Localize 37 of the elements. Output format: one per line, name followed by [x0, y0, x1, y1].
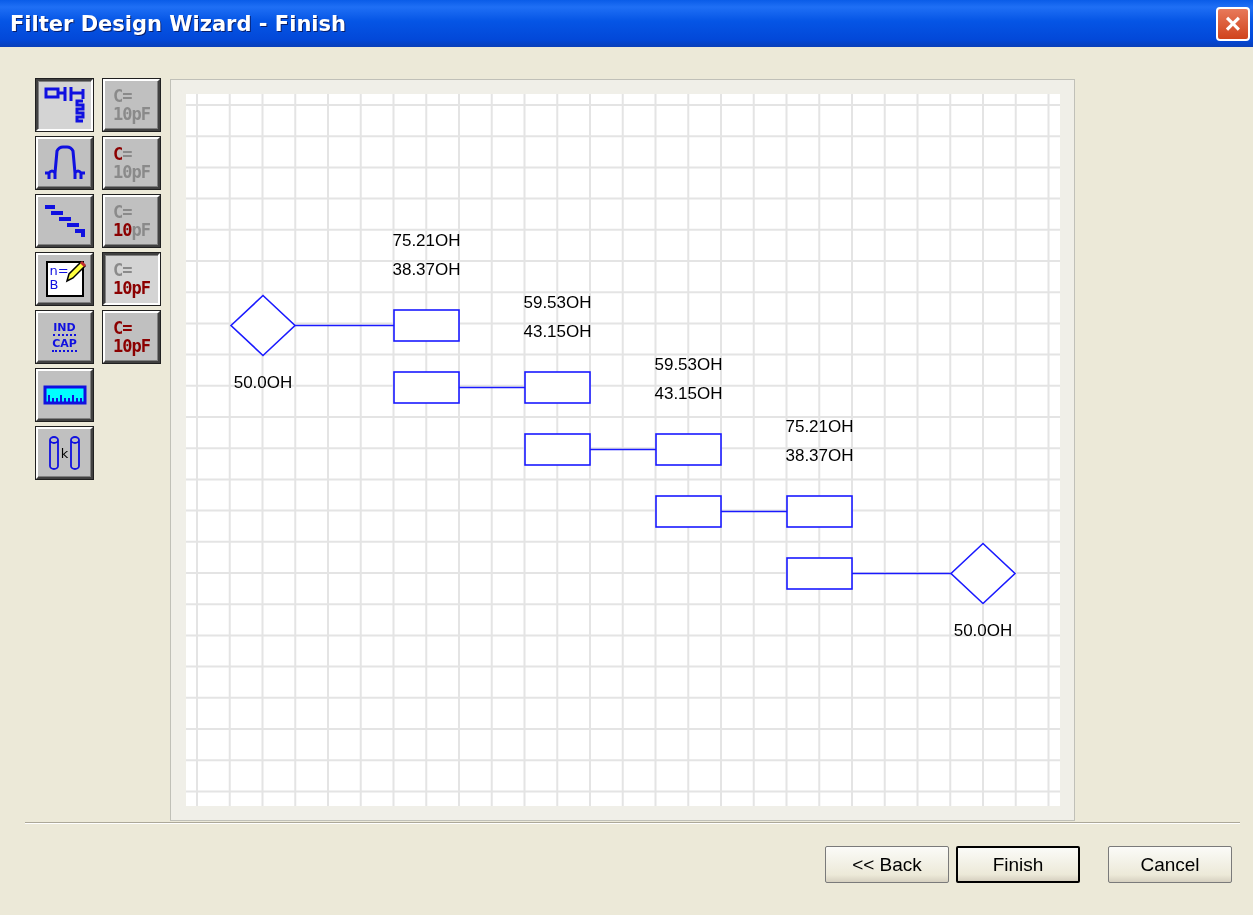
impedance-label: 43.15OH: [654, 384, 723, 403]
port-label: 50.0OH: [233, 372, 293, 392]
impedance-label: 38.37OH: [785, 446, 854, 465]
impedance-label: 59.53OH: [523, 293, 592, 312]
wire: [589, 448, 657, 451]
notes-button[interactable]: n= B: [36, 253, 93, 305]
dialog-button[interactable]: << Back: [825, 846, 949, 883]
cylinder-icon: [47, 435, 60, 471]
dialog-button[interactable]: Finish: [956, 846, 1080, 883]
window-title: Filter Design Wizard - Finish: [10, 11, 346, 36]
line-section: [655, 495, 722, 528]
wire: [720, 510, 788, 513]
line-section: [393, 309, 460, 342]
line-section: [524, 433, 591, 466]
line-section: [786, 557, 853, 590]
line-section: [786, 495, 853, 528]
impedance-label: 38.37OH: [392, 260, 461, 279]
impedance-label: 43.15OH: [523, 322, 592, 341]
wire: [458, 386, 526, 389]
capacitance-button[interactable]: C= 10pF: [103, 311, 160, 363]
coupling-button[interactable]: k: [36, 427, 93, 479]
port-label: 50.0OH: [953, 620, 1013, 640]
close-button[interactable]: ×: [1216, 6, 1250, 41]
line-section: [524, 371, 591, 404]
schematic-icon: [42, 85, 87, 125]
line-section: [655, 433, 722, 466]
impedance-label: 59.53OH: [654, 355, 723, 374]
cylinder-icon: [69, 435, 82, 471]
impedance-label: 75.21OH: [392, 231, 461, 250]
capacitance-button[interactable]: C= 10pF: [103, 253, 160, 305]
port-diamond: [949, 542, 1017, 605]
line-section: [393, 371, 460, 404]
dialog-button[interactable]: Cancel: [1108, 846, 1232, 883]
ind-cap-button[interactable]: IND CAP: [36, 311, 93, 363]
impedance-label: 75.21OH: [785, 417, 854, 436]
port-diamond: [229, 294, 297, 357]
tool-button[interactable]: [36, 79, 93, 131]
